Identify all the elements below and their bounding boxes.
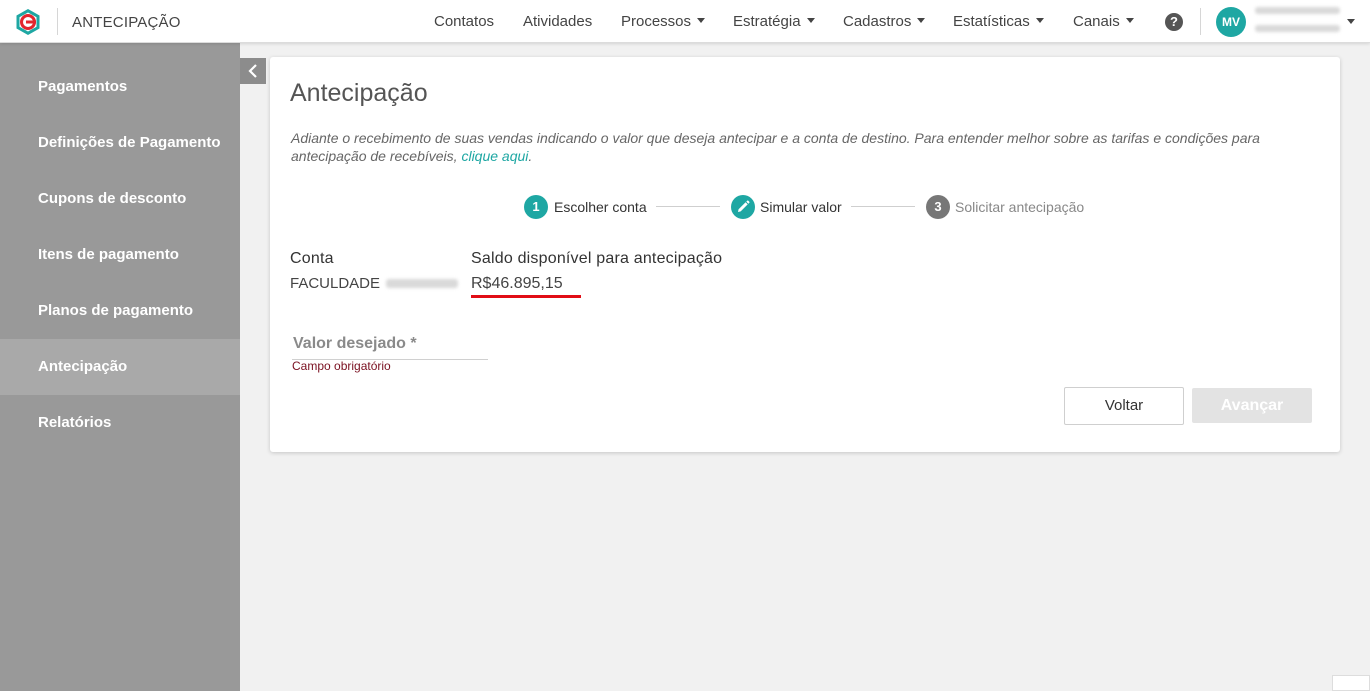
amount-input-label: Valor desejado * <box>293 335 417 352</box>
chevron-down-icon <box>917 18 926 23</box>
nav-canais[interactable]: Canais <box>1073 13 1134 30</box>
sidebar-collapse-button[interactable] <box>240 58 266 84</box>
header-divider <box>57 8 58 35</box>
step-1-label: Escolher conta <box>554 199 647 215</box>
nav-contatos[interactable]: Contatos <box>434 13 494 30</box>
account-name-redacted <box>386 279 458 288</box>
sidebar: Pagamentos Definições de Pagamento Cupon… <box>0 43 240 691</box>
header-divider <box>1200 8 1201 35</box>
step-connector <box>656 206 720 207</box>
corner-widget <box>1332 675 1370 691</box>
user-name-redacted <box>1255 7 1340 14</box>
page-title: Antecipação <box>290 79 428 107</box>
description-end: . <box>528 148 533 164</box>
sidebar-item-antecipacao[interactable]: Antecipação <box>0 339 240 395</box>
page-description: Adiante o recebimento de suas vendas ind… <box>291 129 1291 165</box>
sidebar-item-pagamentos[interactable]: Pagamentos <box>0 59 240 115</box>
account-value: FACULDADE <box>290 275 381 292</box>
next-button[interactable]: Avançar <box>1192 388 1312 423</box>
nav-processos[interactable]: Processos <box>621 13 706 30</box>
chevron-down-icon <box>806 18 815 23</box>
sidebar-item-planos-de-pagamento[interactable]: Planos de pagamento <box>0 283 240 339</box>
chevron-left-icon <box>248 64 257 78</box>
amount-input[interactable]: Valor desejado * <box>292 333 488 360</box>
step-2-label: Simular valor <box>760 199 842 215</box>
sidebar-item-itens-de-pagamento[interactable]: Itens de pagamento <box>0 227 240 283</box>
back-button[interactable]: Voltar <box>1064 387 1184 425</box>
nav-atividades[interactable]: Atividades <box>523 13 592 30</box>
balance-highlight <box>471 295 581 298</box>
antecipacao-card: Antecipação Adiante o recebimento de sua… <box>270 57 1340 452</box>
user-menu-chevron-icon[interactable] <box>1347 19 1355 24</box>
chevron-down-icon <box>697 18 706 23</box>
chevron-down-icon <box>1125 18 1134 23</box>
app-title: ANTECIPAÇÃO <box>72 14 181 31</box>
amount-error-message: Campo obrigatório <box>292 359 391 373</box>
step-1-badge: 1 <box>524 195 548 219</box>
pencil-icon <box>731 195 755 219</box>
account-label: Conta <box>290 250 334 267</box>
step-connector <box>851 206 915 207</box>
sidebar-item-definicoes-de-pagamento[interactable]: Definições de Pagamento <box>0 115 240 171</box>
learn-more-link[interactable]: clique aqui <box>461 148 528 164</box>
app-logo-icon[interactable] <box>14 8 42 36</box>
nav-estrategia[interactable]: Estratégia <box>733 13 815 30</box>
user-role-redacted <box>1255 25 1340 32</box>
step-3-badge: 3 <box>926 195 950 219</box>
nav-estatisticas[interactable]: Estatísticas <box>953 13 1044 30</box>
balance-label: Saldo disponível para antecipação <box>471 250 723 267</box>
description-text: Adiante o recebimento de suas vendas ind… <box>291 130 1260 164</box>
nav-cadastros[interactable]: Cadastros <box>843 13 926 30</box>
balance-value: R$46.895,15 <box>471 275 563 292</box>
help-icon[interactable]: ? <box>1165 13 1183 31</box>
avatar[interactable]: MV <box>1216 7 1246 37</box>
chevron-down-icon <box>1035 18 1044 23</box>
sidebar-item-cupons-de-desconto[interactable]: Cupons de desconto <box>0 171 240 227</box>
sidebar-item-relatorios[interactable]: Relatórios <box>0 395 240 451</box>
step-3-label: Solicitar antecipação <box>955 199 1085 215</box>
top-bar: ANTECIPAÇÃO Contatos Atividades Processo… <box>0 0 1370 43</box>
